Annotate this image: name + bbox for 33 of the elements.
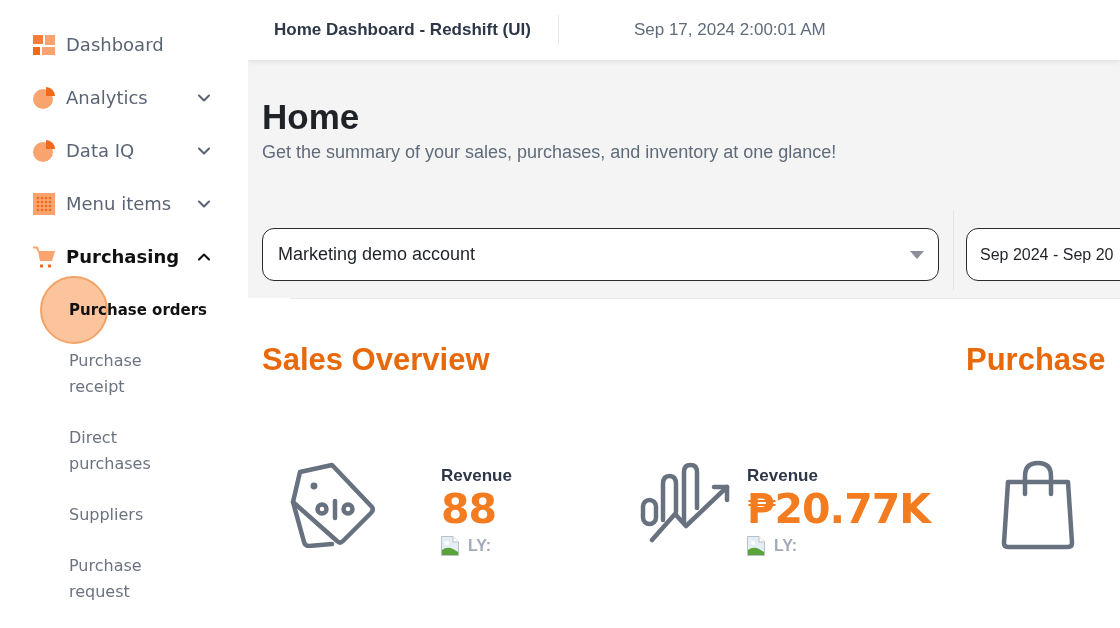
account-select[interactable]: Marketing demo account <box>262 228 939 281</box>
shopping-bag-icon <box>1000 460 1076 550</box>
pie-chart-icon <box>33 140 55 162</box>
sidebar-item[interactable]: Menu items <box>66 192 172 216</box>
dashboard-title: Home Dashboard - Redshift (UI) <box>274 19 531 42</box>
sidebar-item[interactable]: Dashboard <box>66 33 164 57</box>
submenu-item[interactable]: Suppliers <box>69 502 144 528</box>
timestamp: Sep 17, 2024 2:00:01 AM <box>633 19 826 42</box>
last-year-label: LY: <box>468 536 492 556</box>
pie-chart-icon <box>33 87 55 109</box>
price-tag-icon <box>290 462 376 548</box>
section-title: Sales Overview <box>262 341 490 379</box>
metric-label: Revenue <box>747 465 818 487</box>
sidebar-item[interactable]: Purchasing <box>66 245 180 269</box>
sidebar-item[interactable]: Data IQ <box>66 139 135 163</box>
dashboard-grid-icon <box>33 35 55 55</box>
submenu-item[interactable]: Purchase receipt <box>69 348 179 400</box>
sidebar-item[interactable]: Analytics <box>66 86 148 110</box>
cart-icon <box>33 246 55 268</box>
last-year-label: LY: <box>774 536 798 556</box>
submenu-item[interactable]: Direct purchases <box>69 425 179 477</box>
date-range-field[interactable]: Sep 2024 - Sep 20 <box>966 228 1120 281</box>
page-title: Home <box>262 96 360 138</box>
broken-image-icon <box>747 536 765 556</box>
section-title: Purchase <box>966 341 1106 379</box>
page-subtitle: Get the summary of your sales, purchases, and inventory at one glance! <box>262 141 837 164</box>
metric-label: Revenue <box>441 465 512 487</box>
submenu-item[interactable]: Purchase request <box>69 553 179 605</box>
metric-value: ₱20.77K <box>747 487 930 531</box>
dropdown-caret-icon <box>910 250 924 259</box>
broken-image-icon <box>441 536 459 556</box>
dot-grid-icon <box>33 193 55 215</box>
metric-value: 88 <box>441 487 497 531</box>
